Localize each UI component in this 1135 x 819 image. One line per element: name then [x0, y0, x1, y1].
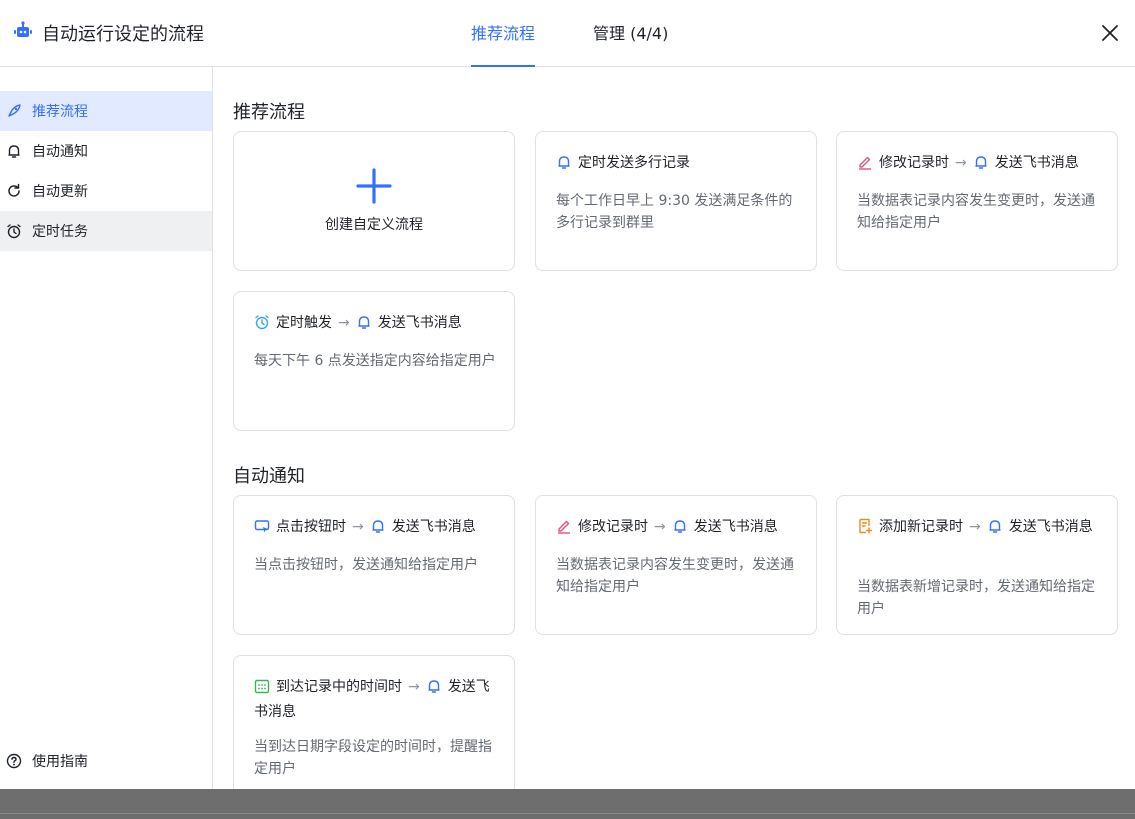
card-head: 修改记录时 → 发送飞书消息: [556, 516, 798, 541]
alarm-clock-icon: [7, 224, 21, 239]
card-trigger: 点击按钮时: [276, 519, 346, 535]
card-trigger: 添加新记录时: [879, 519, 963, 535]
bell-icon: [356, 314, 372, 337]
card-head: 点击按钮时 → 发送飞书消息: [254, 516, 496, 541]
sidebar-item-label: 自动通知: [32, 144, 88, 160]
tab-bar: 推荐流程 管理 (4/4): [471, 0, 668, 67]
card-trigger: 修改记录时: [879, 155, 949, 171]
dialog-header: 自动运行设定的流程 推荐流程 管理 (4/4): [0, 0, 1135, 67]
card-head: 修改记录时 → 发送飞书消息: [857, 152, 1099, 177]
refresh-icon: [8, 183, 20, 197]
card-action: 发送飞书消息: [377, 315, 462, 331]
card-head: 定时触发 → 发送飞书消息: [254, 312, 496, 337]
bell-icon: [8, 145, 20, 158]
edit-icon: [556, 518, 572, 541]
alarm-clock-icon: [254, 314, 270, 337]
robot-icon: [12, 20, 34, 46]
card-description: 当数据表记录内容发生变更时，发送通知给指定用户: [556, 557, 794, 595]
arrow-icon: →: [969, 519, 981, 535]
template-card-modify-record-notify[interactable]: 修改记录时 → 发送飞书消息 当数据表记录内容发生变更时，发送通知给指定用户: [535, 495, 817, 635]
card-description: 当数据表新增记录时，发送通知给指定用户: [857, 579, 1095, 617]
dialog-title: 自动运行设定的流程: [42, 24, 204, 45]
rocket-icon: [8, 104, 21, 117]
section-title-recommended: 推荐流程: [233, 102, 305, 123]
card-head: 到达记录中的时间时 → 发送飞书消息: [254, 676, 496, 723]
arrow-icon: →: [955, 155, 967, 171]
calendar-icon: [254, 678, 270, 701]
arrow-icon: →: [408, 679, 420, 695]
sidebar-item-auto-update[interactable]: 自动更新: [0, 171, 212, 211]
template-card-reach-time[interactable]: 到达记录中的时间时 → 发送飞书消息 当到达日期字段设定的时间时，提醒指定用户: [233, 655, 515, 789]
template-card-click-button[interactable]: 点击按钮时 → 发送飞书消息 当点击按钮时，发送通知给指定用户: [233, 495, 515, 635]
bell-icon: [987, 518, 1003, 541]
add-record-icon: [857, 518, 873, 541]
card-action: 发送飞书消息: [391, 519, 476, 535]
card-description: 每个工作日早上 9:30 发送满足条件的多行记录到群里: [556, 193, 793, 231]
arrow-icon: →: [352, 519, 364, 535]
sidebar-item-recommended[interactable]: 推荐流程: [0, 91, 212, 131]
card-description: 每天下午 6 点发送指定内容给指定用户: [254, 353, 496, 369]
card-action: 发送飞书消息: [1008, 519, 1093, 535]
user-guide-label: 使用指南: [32, 754, 88, 770]
bottom-overlay-bar: [0, 789, 1135, 819]
card-trigger: 定时发送多行记录: [578, 155, 690, 171]
plus-icon: [356, 168, 392, 204]
create-custom-flow-label: 创建自定义流程: [325, 217, 423, 233]
arrow-icon: →: [654, 519, 666, 535]
card-action: 发送飞书消息: [994, 155, 1079, 171]
edit-icon: [857, 154, 873, 177]
card-description: 当到达日期字段设定的时间时，提醒指定用户: [254, 739, 492, 777]
card-head: 添加新记录时 → 发送飞书消息: [857, 516, 1099, 541]
title-wrap: 自动运行设定的流程: [12, 20, 204, 46]
sidebar-item-label: 定时任务: [32, 224, 88, 240]
card-description: 当数据表记录内容发生变更时，发送通知给指定用户: [857, 193, 1095, 231]
sidebar-item-auto-notify[interactable]: 自动通知: [0, 131, 212, 171]
sidebar: 推荐流程 自动通知 自动更新 定时任务 使用指南: [0, 67, 213, 789]
create-custom-flow-card[interactable]: 创建自定义流程: [233, 131, 515, 271]
main-content: 推荐流程 创建自定义流程 定时发送多行记录 每个工作日早上 9:30 发送满足条…: [213, 67, 1135, 789]
bell-icon: [370, 518, 386, 541]
button-click-icon: [254, 518, 270, 541]
tab-manage[interactable]: 管理 (4/4): [593, 0, 668, 67]
close-button[interactable]: [1099, 22, 1121, 44]
card-trigger: 到达记录中的时间时: [276, 679, 402, 695]
section-title-auto-notify: 自动通知: [233, 466, 305, 487]
template-card-add-record[interactable]: 添加新记录时 → 发送飞书消息 当数据表新增记录时，发送通知给指定用户: [836, 495, 1118, 635]
sidebar-item-scheduled[interactable]: 定时任务: [0, 211, 212, 251]
user-guide-link[interactable]: 使用指南: [0, 741, 212, 781]
card-head: 定时发送多行记录: [556, 152, 798, 177]
template-card-modify-record[interactable]: 修改记录时 → 发送飞书消息 当数据表记录内容发生变更时，发送通知给指定用户: [836, 131, 1118, 271]
close-icon: [1102, 25, 1118, 41]
arrow-icon: →: [338, 315, 350, 331]
bell-icon: [973, 154, 989, 177]
sidebar-item-label: 自动更新: [32, 184, 88, 200]
divider: [0, 813, 1135, 814]
template-card-scheduled-trigger[interactable]: 定时触发 → 发送飞书消息 每天下午 6 点发送指定内容给指定用户: [233, 291, 515, 431]
tab-recommended[interactable]: 推荐流程: [471, 0, 536, 67]
card-action: 发送飞书消息: [693, 519, 778, 535]
card-trigger: 修改记录时: [578, 519, 648, 535]
bell-icon: [426, 678, 442, 701]
template-card-scheduled-rows[interactable]: 定时发送多行记录 每个工作日早上 9:30 发送满足条件的多行记录到群里: [535, 131, 817, 271]
sidebar-item-label: 推荐流程: [32, 104, 88, 120]
card-trigger: 定时触发: [276, 315, 332, 331]
help-circle-icon: [6, 753, 22, 769]
bell-icon: [556, 154, 572, 177]
bell-icon: [672, 518, 688, 541]
card-description: 当点击按钮时，发送通知给指定用户: [254, 557, 478, 573]
